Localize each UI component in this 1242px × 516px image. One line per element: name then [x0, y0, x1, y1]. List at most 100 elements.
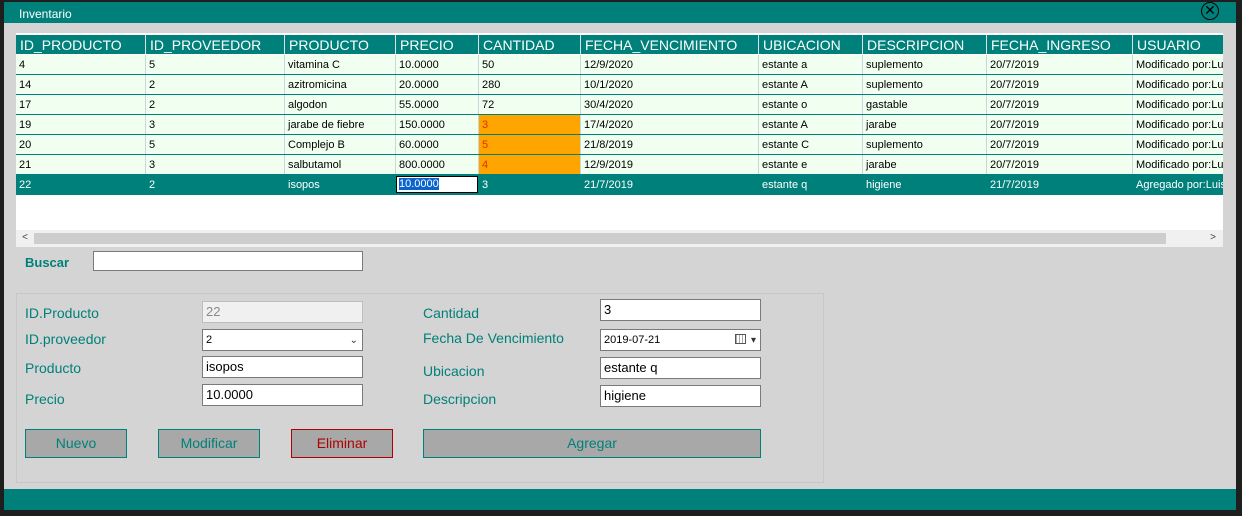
cantidad-field[interactable]: 3	[600, 299, 761, 321]
ubicacion-field[interactable]: estante q	[600, 357, 761, 379]
table-cell[interactable]: 55.0000	[396, 95, 479, 114]
column-header[interactable]: UBICACION	[759, 35, 863, 54]
agregar-button[interactable]: Agregar	[423, 429, 761, 458]
table-cell[interactable]: jarabe de fiebre	[285, 115, 396, 134]
table-cell[interactable]: 30/4/2020	[581, 95, 759, 114]
table-cell[interactable]: estante a	[759, 55, 863, 74]
calendar-icon[interactable]	[735, 334, 746, 344]
table-cell[interactable]: Agregado por:Luis	[1133, 175, 1223, 194]
table-cell[interactable]: estante q	[759, 175, 863, 194]
table-cell[interactable]: 4	[16, 55, 146, 74]
table-cell[interactable]: Complejo B	[285, 135, 396, 154]
table-cell[interactable]: 3	[479, 175, 581, 194]
column-header[interactable]: PRODUCTO	[285, 35, 396, 54]
table-row[interactable]: 19 3 jarabe de fiebre 150.0000 3 17/4/2020 est…	[16, 115, 1223, 135]
table-cell[interactable]: estante o	[759, 95, 863, 114]
table-cell[interactable]: 10.0000	[396, 175, 479, 194]
table-cell[interactable]: Modificado por:Luis	[1133, 155, 1223, 174]
table-cell[interactable]: 20	[16, 135, 146, 154]
table-cell[interactable]: vitamina C	[285, 55, 396, 74]
search-input[interactable]	[93, 251, 363, 271]
table-cell[interactable]: 22	[16, 175, 146, 194]
column-header[interactable]: FECHA_INGRESO	[987, 35, 1133, 54]
table-cell[interactable]: 50	[479, 55, 581, 74]
table-cell[interactable]: Modificado por:Luis	[1133, 55, 1223, 74]
table-row[interactable]: 21 3 salbutamol 800.0000 4 12/9/2019 estante e…	[16, 155, 1223, 175]
table-row[interactable]: 17 2 algodon 55.0000 72 30/4/2020 estante o gas…	[16, 95, 1223, 115]
table-cell[interactable]: 21/8/2019	[581, 135, 759, 154]
table-cell[interactable]: 20/7/2019	[987, 155, 1133, 174]
table-cell[interactable]: suplemento	[863, 135, 987, 154]
table-cell[interactable]: 10.0000	[396, 55, 479, 74]
table-cell[interactable]: estante e	[759, 155, 863, 174]
table-cell[interactable]: 12/9/2020	[581, 55, 759, 74]
table-cell[interactable]: 14	[16, 75, 146, 94]
table-cell[interactable]: estante A	[759, 115, 863, 134]
table-cell[interactable]: 12/9/2019	[581, 155, 759, 174]
column-header[interactable]: FECHA_VENCIMIENTO	[581, 35, 759, 54]
table-cell[interactable]: jarabe	[863, 155, 987, 174]
table-cell[interactable]: 10/1/2020	[581, 75, 759, 94]
table-cell[interactable]: azitromicina	[285, 75, 396, 94]
table-cell[interactable]: jarabe	[863, 115, 987, 134]
table-cell[interactable]: 150.0000	[396, 115, 479, 134]
table-cell[interactable]: 800.0000	[396, 155, 479, 174]
table-cell[interactable]: 20/7/2019	[987, 135, 1133, 154]
chevron-down-icon[interactable]: ▾	[751, 331, 756, 351]
table-cell[interactable]: higiene	[863, 175, 987, 194]
table-cell[interactable]: 20/7/2019	[987, 115, 1133, 134]
column-header[interactable]: ID_PRODUCTO	[16, 35, 146, 54]
table-cell[interactable]: 5	[146, 135, 285, 154]
table-cell[interactable]: 20.0000	[396, 75, 479, 94]
table-row[interactable]: 22 2 isopos 10.0000 3 21/7/2019 estante q higie…	[16, 175, 1223, 195]
table-cell[interactable]: 4	[479, 155, 581, 174]
table-cell[interactable]: 5	[146, 55, 285, 74]
table-cell[interactable]: estante A	[759, 75, 863, 94]
table-cell[interactable]: 20/7/2019	[987, 75, 1133, 94]
modificar-button[interactable]: Modificar	[158, 429, 260, 458]
table-row[interactable]: 20 5 Complejo B 60.0000 5 21/8/2019 estante Cs…	[16, 135, 1223, 155]
horizontal-scrollbar[interactable]: < >	[16, 230, 1223, 247]
cell-editor[interactable]: 10.0000	[396, 176, 478, 193]
precio-field[interactable]: 10.0000	[202, 384, 363, 406]
table-cell[interactable]: 72	[479, 95, 581, 114]
table-cell[interactable]: 3	[146, 155, 285, 174]
table-cell[interactable]: 21/7/2019	[581, 175, 759, 194]
table-cell[interactable]: 17	[16, 95, 146, 114]
table-cell[interactable]: 2	[146, 175, 285, 194]
id-proveedor-select[interactable]: 2 ⌄	[202, 329, 363, 351]
table-cell[interactable]: gastable	[863, 95, 987, 114]
table-cell[interactable]: 20/7/2019	[987, 55, 1133, 74]
table-cell[interactable]: Modificado por:Luis	[1133, 75, 1223, 94]
nuevo-button[interactable]: Nuevo	[25, 429, 127, 458]
column-header[interactable]: DESCRIPCION	[863, 35, 987, 54]
column-header[interactable]: USUARIO	[1133, 35, 1223, 54]
chevron-left-icon[interactable]: <	[18, 231, 32, 245]
table-cell[interactable]: salbutamol	[285, 155, 396, 174]
table-row[interactable]: 4 5 vitamina C 10.0000 50 12/9/2020 estante as…	[16, 55, 1223, 75]
table-cell[interactable]: isopos	[285, 175, 396, 194]
scrollbar-thumb[interactable]	[34, 233, 1166, 244]
table-cell[interactable]: 5	[479, 135, 581, 154]
inventory-grid[interactable]: ID_PRODUCTO ID_PROVEEDOR PRODUCTO PRECIO CAN…	[16, 33, 1223, 247]
table-cell[interactable]: 2	[146, 95, 285, 114]
table-cell[interactable]: 21	[16, 155, 146, 174]
chevron-down-icon[interactable]: ⌄	[350, 331, 358, 351]
table-cell[interactable]: suplemento	[863, 55, 987, 74]
column-header[interactable]: ID_PROVEEDOR	[146, 35, 285, 54]
table-cell[interactable]: 21/7/2019	[987, 175, 1133, 194]
column-header[interactable]: CANTIDAD	[479, 35, 581, 54]
table-cell[interactable]: suplemento	[863, 75, 987, 94]
table-cell[interactable]: 60.0000	[396, 135, 479, 154]
table-cell[interactable]: 19	[16, 115, 146, 134]
column-header[interactable]: PRECIO	[396, 35, 479, 54]
table-cell[interactable]: Modificado por:Luis	[1133, 115, 1223, 134]
descripcion-field[interactable]: higiene	[600, 385, 761, 407]
table-cell[interactable]: 2	[146, 75, 285, 94]
fecha-vencimiento-picker[interactable]: 2019-07-21 ▾	[600, 329, 761, 351]
producto-field[interactable]: isopos	[202, 356, 363, 378]
table-cell[interactable]: 3	[479, 115, 581, 134]
table-cell[interactable]: algodon	[285, 95, 396, 114]
table-cell[interactable]: Modificado por:Luis	[1133, 95, 1223, 114]
chevron-right-icon[interactable]: >	[1206, 231, 1220, 245]
